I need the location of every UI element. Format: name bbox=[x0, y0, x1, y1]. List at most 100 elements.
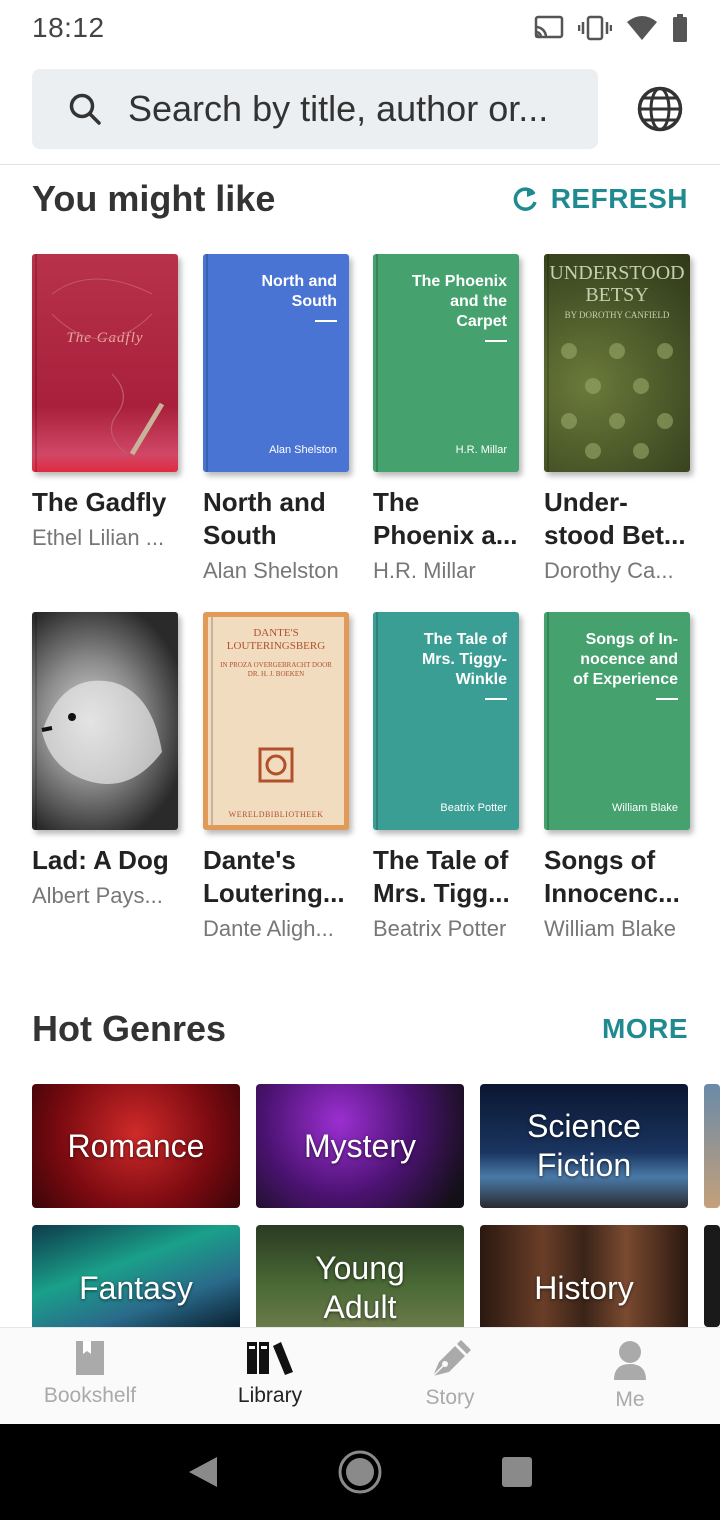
book-author: Dorothy Ca... bbox=[544, 558, 674, 583]
nav-library[interactable]: Library bbox=[180, 1328, 360, 1424]
you-might-like-header: You might like REFRESH bbox=[32, 176, 688, 222]
genre-tile-partial[interactable] bbox=[704, 1225, 720, 1327]
book-author: H.R. Millar bbox=[373, 558, 476, 583]
globe-icon bbox=[637, 86, 683, 132]
book-title: The Phoenix a... bbox=[373, 487, 518, 550]
book-cover: The Phoenix and the Carpet H.R. Millar bbox=[373, 254, 519, 472]
cover-subtitle: BY DOROTHY CANFIELD bbox=[564, 310, 670, 320]
more-label: MORE bbox=[602, 1013, 688, 1044]
book-card[interactable]: The Phoenix and the Carpet H.R. Millar T… bbox=[373, 254, 519, 584]
book-cover: UNDERSTOOD BETSY BY DOROTHY CANFIELD bbox=[544, 254, 690, 472]
book-cover: The Tale of Mrs. Tiggy-Winkle Beatrix Po… bbox=[373, 612, 519, 830]
book-card[interactable]: North and South Alan Shelston North and … bbox=[203, 254, 349, 584]
cover-title: The Tale of Mrs. Tiggy-Winkle bbox=[421, 631, 507, 688]
cover-title: North and South bbox=[261, 273, 337, 310]
genre-label: Science Fiction bbox=[527, 1108, 641, 1183]
nav-label: Me bbox=[615, 1388, 645, 1411]
cover-title: UNDERSTOOD BETSY bbox=[549, 262, 685, 306]
book-card[interactable]: Lad: A Dog Albert Pays... bbox=[32, 612, 178, 909]
book-author: Dante Aligh... bbox=[203, 916, 334, 941]
section-title: Hot Genres bbox=[32, 1008, 227, 1049]
bottom-nav: Bookshelf Library Story Me bbox=[0, 1327, 720, 1424]
genre-label: Young Adult bbox=[315, 1250, 405, 1325]
nav-label: Story bbox=[425, 1386, 475, 1409]
header-divider bbox=[0, 164, 720, 165]
genre-tile-history[interactable]: History bbox=[480, 1225, 688, 1327]
cover-title: DANTE'S LOUTERINGSBERG bbox=[226, 627, 326, 652]
cover-rule bbox=[656, 698, 678, 700]
search-row: Search by title, author or... bbox=[32, 69, 688, 149]
cover-author: Beatrix Potter bbox=[440, 802, 507, 814]
nav-story[interactable]: Story bbox=[360, 1328, 540, 1424]
nav-me[interactable]: Me bbox=[540, 1328, 720, 1424]
section-title: You might like bbox=[32, 178, 276, 219]
search-input[interactable]: Search by title, author or... bbox=[32, 69, 598, 149]
status-bar: 18:12 bbox=[0, 0, 720, 56]
book-card[interactable]: The Gadfly The Gadfly Ethel Lilian ... bbox=[32, 254, 178, 551]
cover-author: William Blake bbox=[611, 802, 678, 814]
book-card[interactable]: The Tale of Mrs. Tiggy-Winkle Beatrix Po… bbox=[373, 612, 519, 942]
more-button[interactable]: MORE bbox=[602, 1013, 688, 1045]
cover-title: Songs of In-nocence and of Experience bbox=[573, 631, 678, 688]
book-title: Songs of Innocenc... bbox=[544, 845, 680, 908]
book-cover: The Gadfly bbox=[32, 254, 178, 472]
cover-footer: WERELDBIBLIOTHEEK bbox=[228, 810, 324, 819]
book-title: North and South bbox=[203, 487, 326, 550]
bookmark-icon bbox=[76, 1341, 104, 1375]
cover-rule bbox=[485, 698, 507, 700]
search-placeholder: Search by title, author or... bbox=[128, 88, 549, 129]
nav-bookshelf[interactable]: Bookshelf bbox=[0, 1328, 180, 1424]
refresh-label: REFRESH bbox=[550, 183, 688, 214]
status-time: 18:12 bbox=[32, 12, 105, 43]
search-icon bbox=[69, 93, 101, 125]
pen-icon bbox=[432, 1340, 471, 1377]
cover-author: H.R. Millar bbox=[455, 444, 507, 456]
book-cover: DANTE'S LOUTERINGSBERG IN PROZA OVERGEBR… bbox=[203, 612, 349, 830]
back-icon[interactable] bbox=[187, 1455, 219, 1489]
book-author: William Blake bbox=[544, 916, 677, 941]
cover-rule bbox=[315, 320, 337, 322]
book-title: The Tale of Mrs. Tigg... bbox=[373, 845, 510, 908]
genre-label: History bbox=[534, 1269, 634, 1306]
genre-tile-fantasy[interactable]: Fantasy bbox=[32, 1225, 240, 1327]
genre-tile-mystery[interactable]: Mystery bbox=[256, 1084, 464, 1208]
refresh-button[interactable]: REFRESH bbox=[511, 183, 688, 215]
cover-title: The Phoenix and the Carpet bbox=[411, 273, 507, 330]
book-title: Under-stood Bet... bbox=[544, 487, 686, 550]
cast-icon bbox=[534, 15, 564, 39]
library-icon bbox=[247, 1342, 293, 1375]
book-author: Ethel Lilian ... bbox=[32, 525, 165, 550]
vibrate-icon bbox=[578, 15, 612, 41]
book-author: Albert Pays... bbox=[32, 883, 163, 908]
genre-tile-science-fiction[interactable]: Science Fiction bbox=[480, 1084, 688, 1208]
book-card[interactable]: Songs of In-nocence and of Experience Wi… bbox=[544, 612, 690, 942]
cover-author: Alan Shelston bbox=[269, 444, 337, 456]
book-card[interactable]: DANTE'S LOUTERINGSBERG IN PROZA OVERGEBR… bbox=[203, 612, 349, 942]
hot-genres-header: Hot Genres MORE bbox=[32, 1006, 688, 1052]
home-icon[interactable] bbox=[337, 1449, 383, 1495]
genre-label: Romance bbox=[67, 1127, 205, 1164]
book-title: Dante's Loutering... bbox=[203, 845, 345, 908]
person-icon bbox=[614, 1341, 646, 1380]
language-button[interactable] bbox=[632, 81, 688, 137]
book-cover: North and South Alan Shelston bbox=[203, 254, 349, 472]
book-cover: Songs of In-nocence and of Experience Wi… bbox=[544, 612, 690, 830]
genre-tile-partial[interactable] bbox=[704, 1084, 720, 1208]
genre-tile-young-adult[interactable]: Young Adult bbox=[256, 1225, 464, 1327]
book-title: The Gadfly bbox=[32, 487, 167, 517]
book-cover bbox=[32, 612, 178, 830]
status-icons bbox=[534, 14, 688, 42]
battery-icon bbox=[673, 14, 687, 42]
genre-label: Mystery bbox=[304, 1127, 416, 1164]
cover-subtitle: IN PROZA OVERGEBRACHT DOOR DR. H. J. BOE… bbox=[220, 661, 332, 678]
nav-label: Bookshelf bbox=[43, 1384, 137, 1407]
book-author: Beatrix Potter bbox=[373, 916, 507, 941]
recents-icon[interactable] bbox=[501, 1456, 533, 1488]
genre-label: Fantasy bbox=[79, 1269, 193, 1306]
book-card[interactable]: UNDERSTOOD BETSY BY DOROTHY CANFIELD Und… bbox=[544, 254, 690, 584]
wifi-icon bbox=[627, 16, 657, 40]
genre-tile-romance[interactable]: Romance bbox=[32, 1084, 240, 1208]
cover-rule bbox=[485, 340, 507, 342]
refresh-icon bbox=[513, 187, 537, 211]
system-nav-bar bbox=[0, 1424, 720, 1520]
